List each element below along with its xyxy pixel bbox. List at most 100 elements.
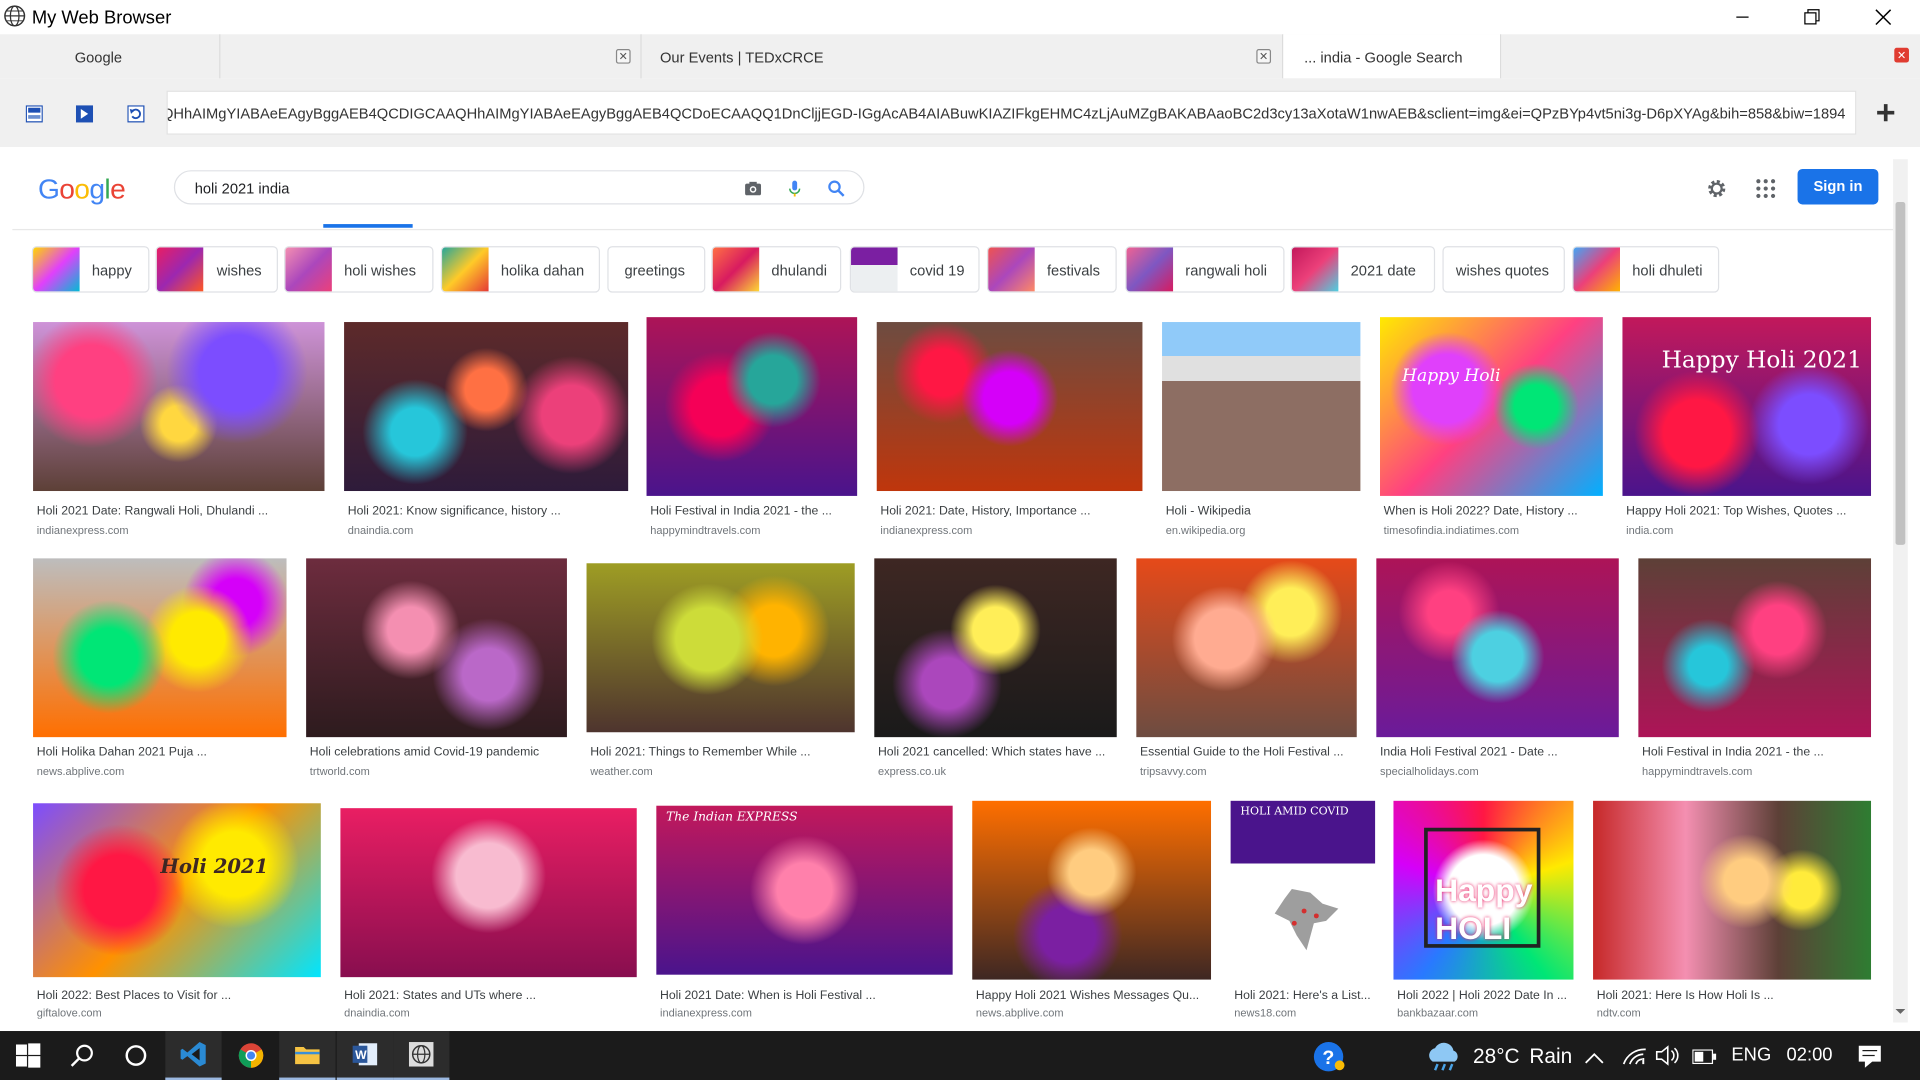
weather-rain-icon[interactable] (1424, 1042, 1463, 1078)
clock-time[interactable]: 02:00 (1787, 1044, 1833, 1065)
notifications-icon[interactable] (1858, 1044, 1882, 1075)
language-indicator[interactable]: ENG (1731, 1044, 1771, 1065)
search-icon[interactable] (827, 179, 847, 199)
chip-label: holi dhuleti (1632, 262, 1703, 280)
scrollbar-thumb[interactable] (1895, 202, 1906, 545)
result-tile[interactable]: Holi celebrations amid Covid-19 pandemic… (306, 558, 567, 783)
sign-in-button[interactable]: Sign in (1797, 168, 1879, 205)
chip-holi-dhuleti[interactable]: holi dhuleti (1572, 246, 1720, 293)
result-image (646, 317, 858, 496)
chip-wishes[interactable]: wishes (155, 246, 278, 293)
result-tile[interactable]: Holi 2021 Date: Rangwali Holi, Dhulandi … (33, 322, 325, 542)
close-window-button[interactable] (1855, 0, 1911, 34)
volume-icon[interactable] (1655, 1044, 1680, 1072)
result-tile[interactable]: Holi 2021: Know significance, history ..… (344, 322, 629, 542)
wifi-icon[interactable] (1622, 1046, 1646, 1072)
chip-label: wishes (216, 262, 262, 280)
taskbar-chrome[interactable] (223, 1031, 279, 1080)
tab-google-search[interactable]: ... india - Google Search (1283, 34, 1502, 79)
microphone-icon[interactable] (785, 179, 805, 199)
google-logo[interactable]: Google (38, 173, 126, 206)
chip-festivals[interactable]: festivals (986, 246, 1117, 293)
search-box[interactable]: holi 2021 india (173, 170, 865, 205)
result-title: Holi 2022: Best Places to Visit for ... (36, 989, 232, 1003)
result-title: Holi 2021: States and UTs where ... (344, 989, 537, 1003)
result-tile[interactable]: Holi 2021 Holi 2022: Best Places to Visi… (33, 803, 321, 1021)
result-tile[interactable]: Holi 2021: Date, History, Importance ...… (876, 322, 1143, 542)
minimize-button[interactable] (1714, 0, 1770, 34)
scroll-down-arrow-icon[interactable] (1895, 1007, 1906, 1017)
web-page: Google holi 2021 india Sign in happy wis… (12, 159, 1908, 1023)
chip-thumbnail (851, 247, 898, 292)
chip-label: holi wishes (344, 262, 416, 280)
forward-icon[interactable] (75, 105, 94, 123)
tab-close-icon[interactable]: ✕ (615, 48, 631, 64)
weather-condition[interactable]: Rain (1529, 1044, 1572, 1068)
chip-covid-19[interactable]: covid 19 (849, 246, 980, 293)
tab-blank[interactable]: ✕ (220, 34, 642, 79)
result-tile[interactable]: Holi 2021: Here Is How Holi Is ... ndtv.… (1593, 800, 1872, 1021)
start-button[interactable] (0, 1031, 56, 1080)
result-tile[interactable]: Holi Festival in India 2021 - the ... ha… (1638, 558, 1872, 783)
chip-thumbnail (285, 247, 332, 292)
chip-wishes-quotes[interactable]: wishes quotes (1442, 246, 1565, 293)
settings-gear-icon[interactable] (1704, 176, 1728, 200)
result-tile[interactable]: Happy Holi When is Holi 2022? Date, Hist… (1380, 317, 1603, 542)
chevron-up-icon[interactable] (1584, 1048, 1604, 1070)
chip-thumbnail (988, 247, 1035, 292)
battery-icon[interactable] (1692, 1048, 1717, 1070)
chip-dhulandi[interactable]: dhulandi (711, 246, 842, 293)
chip-rangwali-holi[interactable]: rangwali holi (1125, 246, 1285, 293)
result-tile[interactable]: Happy Holi 2021 Happy Holi 2021: Top Wis… (1622, 317, 1872, 542)
taskbar: W ? 28°C Rain ENG 02:00 (0, 1031, 1920, 1080)
result-tile[interactable]: The Indian EXPRESS Holi 2021 Date: When … (656, 805, 953, 1022)
result-tile[interactable]: Holi Holika Dahan 2021 Puja ... news.abp… (33, 558, 287, 783)
tab-close-icon[interactable]: ✕ (1256, 48, 1272, 64)
camera-icon[interactable] (743, 179, 763, 199)
vscode-icon (180, 1042, 206, 1067)
chip-greetings[interactable]: greetings (607, 246, 706, 293)
page-scrollbar[interactable] (1893, 159, 1908, 1023)
tab-google[interactable]: Google (0, 34, 221, 79)
globe-icon (408, 1042, 434, 1067)
result-tile[interactable]: Holi - Wikipedia en.wikipedia.org (1162, 322, 1361, 542)
result-tile[interactable]: Happy HOLI Holi 2022 | Holi 2022 Date In… (1393, 800, 1574, 1021)
word-icon: W (352, 1043, 378, 1066)
result-tile[interactable]: Holi 2021 cancelled: Which states have .… (874, 558, 1117, 783)
result-tile[interactable]: Holi 2021: Things to Remember While ... … (586, 563, 855, 783)
help-icon[interactable]: ? (1313, 1041, 1347, 1079)
google-header: Google holi 2021 india Sign in (12, 159, 1894, 231)
taskbar-word[interactable]: W (336, 1031, 394, 1080)
result-image (33, 558, 287, 738)
weather-temperature[interactable]: 28°C (1473, 1044, 1520, 1068)
refresh-icon[interactable] (127, 105, 145, 123)
minimize-icon (1736, 16, 1749, 18)
taskbar-vscode[interactable] (165, 1031, 222, 1080)
taskbar-search-button[interactable] (54, 1031, 110, 1080)
tab-close-icon[interactable]: ✕ (1894, 47, 1909, 63)
address-bar[interactable]: ARgAMgUIABCABDIGCAAQHhAIMgYIABAeEAgyBggA… (166, 90, 1857, 135)
result-tile[interactable]: Essential Guide to the Holi Festival ...… (1136, 558, 1357, 783)
taskbar-file-explorer[interactable] (279, 1031, 336, 1080)
apps-grid-icon[interactable] (1753, 176, 1777, 200)
chip-label: 2021 date (1350, 262, 1416, 280)
chip-holika-dahan[interactable]: holika dahan (440, 246, 601, 293)
maximize-button[interactable] (1784, 0, 1840, 34)
task-view-button[interactable] (108, 1031, 164, 1080)
chip-holi-wishes[interactable]: holi wishes (284, 246, 434, 293)
result-tile[interactable]: Happy Holi 2021 Wishes Messages Qu... ne… (972, 800, 1212, 1021)
taskbar-browser[interactable] (393, 1031, 450, 1080)
chip-2021-date[interactable]: 2021 date (1290, 246, 1436, 293)
result-tile[interactable]: Holi Festival in India 2021 - the ... ha… (646, 317, 858, 542)
result-tile[interactable]: HOLI AMID COVID Holi 2021: Here's a List… (1230, 800, 1376, 1021)
result-title: Essential Guide to the Holi Festival ... (1140, 745, 1344, 760)
tab-tedxcrce[interactable]: Our Events | TEDxCRCE ✕ (642, 34, 1284, 79)
chip-happy[interactable]: happy (31, 246, 150, 293)
new-tab-plus-icon[interactable] (1876, 103, 1896, 123)
result-tile[interactable]: India Holi Festival 2021 - Date ... spec… (1376, 558, 1619, 783)
result-tile[interactable]: Holi 2021: States and UTs where ... dnai… (340, 808, 637, 1021)
back-icon[interactable] (25, 105, 43, 123)
search-input[interactable]: holi 2021 india (195, 180, 290, 197)
result-title: Holi 2021: Here's a List... (1234, 989, 1371, 1003)
restore-icon (1804, 9, 1820, 25)
